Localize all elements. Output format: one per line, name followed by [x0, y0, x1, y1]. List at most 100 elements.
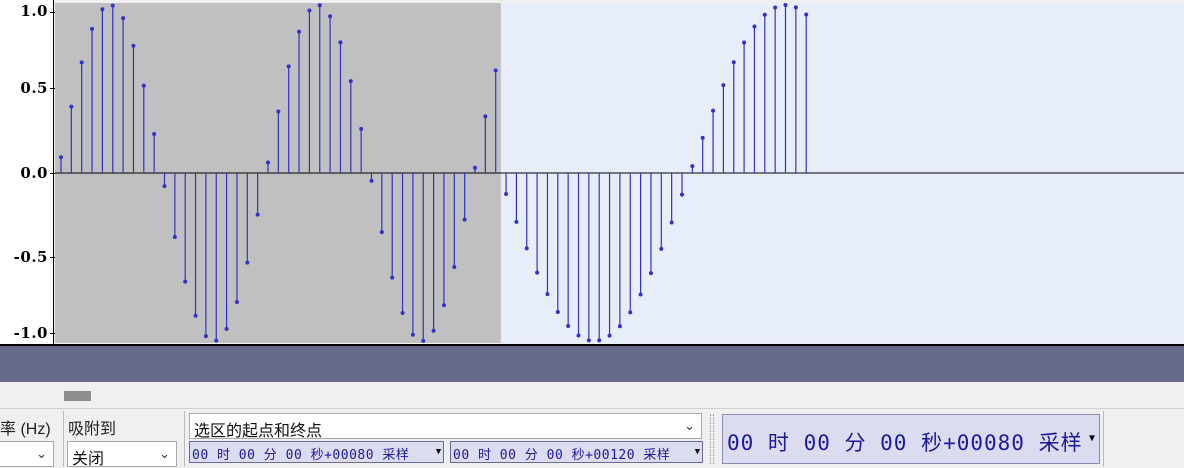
- sample-point: [131, 43, 136, 48]
- toolbar-grip[interactable]: [710, 414, 714, 464]
- scrollbar-thumb[interactable]: [64, 391, 91, 401]
- sample-point: [110, 3, 115, 8]
- sample-point: [203, 334, 208, 339]
- sample-point: [473, 165, 477, 170]
- sample-point: [607, 333, 612, 338]
- sample-point: [711, 108, 716, 113]
- sample-point: [348, 79, 353, 84]
- separator: [184, 411, 185, 467]
- sample-point: [183, 279, 188, 284]
- sample-point: [390, 275, 395, 280]
- separator: [63, 411, 64, 467]
- sample-point: [617, 324, 622, 329]
- selection-mode-combo[interactable]: 选区的起点和终点 ⌄: [189, 413, 702, 440]
- separator: [1103, 411, 1104, 467]
- waveform-track[interactable]: [55, 3, 1184, 343]
- horizontal-scrollbar[interactable]: [0, 382, 1184, 408]
- sample-point: [224, 326, 229, 331]
- sample-point: [410, 332, 415, 337]
- sample-point: [773, 5, 778, 10]
- sample-point: [752, 24, 757, 29]
- sample-point: [255, 212, 260, 217]
- sample-point: [669, 220, 674, 225]
- sample-point: [731, 60, 736, 65]
- audio-position-text: 00 时 00 分 00 秒+00080 采样: [727, 431, 1083, 455]
- sample-point: [441, 303, 446, 308]
- sample-point: [328, 14, 333, 19]
- triangle-down-icon[interactable]: ▼: [434, 442, 443, 462]
- sample-point: [121, 16, 126, 21]
- sample-point: [431, 328, 436, 333]
- sample-point: [742, 40, 747, 45]
- sample-point: [586, 338, 591, 343]
- selection-mode-value: 选区的起点和终点: [194, 423, 323, 440]
- selection-end-time[interactable]: 00 时 00 分 00 秒+00120 采样 ▼: [450, 441, 703, 463]
- sample-point: [317, 3, 322, 8]
- chevron-down-icon: ⌄: [36, 446, 47, 461]
- sample-point: [214, 338, 219, 343]
- sample-point: [286, 64, 291, 69]
- sample-point: [141, 83, 146, 88]
- sample-point: [234, 299, 239, 304]
- sample-point: [783, 3, 788, 8]
- audio-position-time[interactable]: 00 时 00 分 00 秒+00080 采样 ▼: [722, 414, 1100, 464]
- sample-point: [483, 114, 488, 119]
- sample-point: [266, 160, 270, 165]
- sample-point: [721, 83, 726, 88]
- project-rate-label: 率 (Hz): [0, 421, 51, 438]
- chevron-down-icon: ⌄: [159, 446, 170, 461]
- sample-point: [576, 333, 581, 338]
- sample-point: [152, 131, 157, 136]
- sample-point: [462, 217, 467, 222]
- ruler-label-upper-half: 0.5: [20, 79, 48, 97]
- project-rate-combo[interactable]: ⌄: [0, 441, 54, 467]
- sample-point: [369, 178, 374, 183]
- sample-stem-plot: [55, 3, 1184, 343]
- sample-point: [162, 184, 167, 189]
- amplitude-ruler: 1.0 0.5 0.0 -0.5 -1.0: [0, 0, 55, 344]
- sample-point: [690, 164, 695, 169]
- sample-point: [59, 155, 63, 160]
- chevron-down-icon: ⌄: [684, 418, 695, 433]
- selection-start-text: 00 时 00 分 00 秒+00080 采样: [192, 448, 410, 463]
- selection-start-time[interactable]: 00 时 00 分 00 秒+00080 采样 ▼: [189, 441, 444, 463]
- sample-point: [421, 338, 426, 343]
- sample-point: [680, 192, 684, 197]
- sample-point: [297, 29, 302, 34]
- sample-point: [804, 12, 809, 17]
- sample-point: [597, 338, 602, 343]
- sample-point: [628, 310, 633, 315]
- ruler-label-top: 1.0: [20, 2, 48, 20]
- sample-point: [79, 60, 84, 65]
- sample-point: [359, 126, 364, 131]
- sample-point: [90, 26, 95, 31]
- sample-point: [307, 8, 312, 13]
- snap-to-combo[interactable]: 关闭 ⌄: [67, 441, 177, 468]
- sample-point: [100, 7, 105, 12]
- ruler-label-zero: 0.0: [20, 164, 48, 182]
- sample-point: [69, 104, 74, 109]
- sample-point: [545, 292, 550, 297]
- snap-to-label: 吸附到: [68, 421, 117, 438]
- sample-point: [193, 313, 198, 318]
- sample-point: [379, 230, 384, 235]
- sample-point: [793, 5, 798, 10]
- sample-point: [172, 234, 177, 239]
- sample-point: [245, 260, 250, 265]
- sample-point: [504, 192, 509, 197]
- sample-point: [535, 270, 540, 275]
- triangle-down-icon[interactable]: ▼: [693, 442, 702, 462]
- sample-point: [555, 310, 560, 315]
- audio-editor-window: 1.0 0.5 0.0 -0.5 -1.0 率 (Hz) 吸附到 ⌄ 关闭 ⌄ …: [0, 0, 1184, 468]
- sample-point: [566, 323, 571, 328]
- sample-point: [514, 219, 519, 224]
- sample-point: [493, 68, 498, 73]
- triangle-down-icon[interactable]: ▼: [1087, 429, 1097, 449]
- sample-point: [338, 40, 343, 45]
- sample-point: [648, 271, 653, 276]
- sample-point: [400, 310, 405, 315]
- sample-point: [524, 246, 529, 251]
- sample-point: [659, 246, 664, 251]
- selection-end-text: 00 时 00 分 00 秒+00120 采样: [453, 448, 671, 463]
- snap-to-value: 关闭: [72, 451, 105, 468]
